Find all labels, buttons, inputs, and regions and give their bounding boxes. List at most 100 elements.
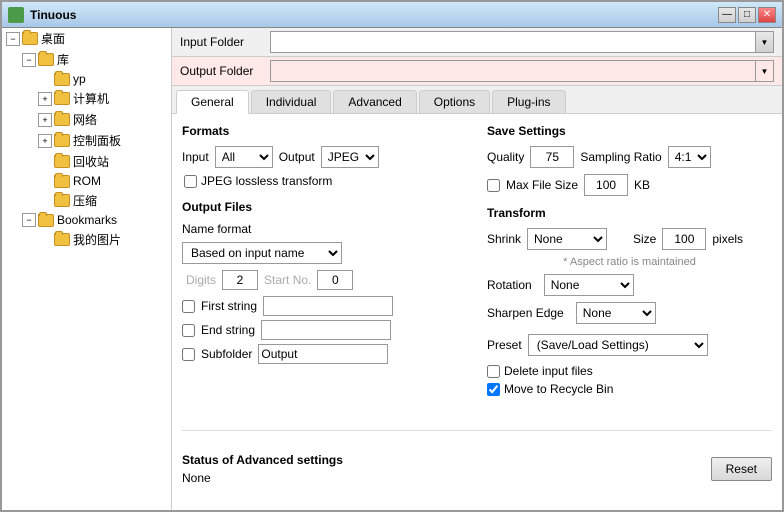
move-recycle-row: Move to Recycle Bin [487, 382, 772, 396]
minimize-button[interactable]: — [718, 7, 736, 23]
input-folder-row: Input Folder ▼ [172, 28, 782, 57]
sidebar-item-label: Bookmarks [57, 213, 117, 227]
output-folder-input[interactable] [270, 60, 756, 82]
left-column: Formats Input All JPEG PNG Output JPEG [182, 124, 467, 430]
pixels-label: pixels [712, 232, 743, 246]
sidebar-item-computer[interactable]: + 计算机 [34, 88, 171, 109]
subfolder-label: Subfolder [201, 347, 252, 361]
max-file-size-input[interactable] [584, 174, 628, 196]
preset-select[interactable]: (Save/Load Settings) [528, 334, 708, 356]
kb-label: KB [634, 178, 650, 192]
folder-icon [54, 233, 70, 246]
tab-plugins[interactable]: Plug-ins [492, 90, 565, 113]
sidebar-item-label: 压缩 [73, 192, 97, 209]
max-file-size-checkbox[interactable] [487, 179, 500, 192]
output-files-section: Output Files Name format Based on input … [182, 200, 467, 364]
sidebar-item-label: 桌面 [41, 30, 65, 47]
status-title: Status of Advanced settings [182, 453, 343, 467]
folder-icon [38, 214, 54, 227]
end-string-checkbox[interactable] [182, 324, 195, 337]
sidebar-item-network[interactable]: + 网络 [34, 109, 171, 130]
tab-advanced[interactable]: Advanced [333, 90, 416, 113]
sidebar-item-label: ROM [73, 174, 101, 188]
sidebar: − 桌面 − 库 yp + 计算机 [2, 28, 172, 510]
expand-icon[interactable]: − [22, 213, 36, 227]
start-no-input[interactable] [317, 270, 353, 290]
quality-input[interactable] [530, 146, 574, 168]
jpeg-lossless-checkbox[interactable] [184, 175, 197, 188]
output-folder-dropdown[interactable]: ▼ [756, 60, 774, 82]
transform-section: Transform Shrink None 25% 50% Size pixel… [487, 206, 772, 324]
quality-label: Quality [487, 150, 524, 164]
right-panel: Input Folder ▼ Output Folder ▼ General I… [172, 28, 782, 510]
save-settings-title: Save Settings [487, 124, 772, 138]
status-value: None [182, 471, 343, 485]
expand-icon[interactable]: + [38, 113, 52, 127]
output-format-select[interactable]: JPEG PNG [321, 146, 379, 168]
folder-icon [54, 73, 70, 86]
expand-icon[interactable]: − [22, 53, 36, 67]
formats-section: Formats Input All JPEG PNG Output JPEG [182, 124, 467, 188]
window-controls: — □ ✕ [718, 7, 776, 23]
subfolder-input[interactable] [258, 344, 388, 364]
jpeg-lossless-row: JPEG lossless transform [184, 174, 467, 188]
sidebar-item-rom[interactable]: ROM [34, 172, 171, 190]
input-folder-input[interactable] [270, 31, 756, 53]
content-area: Formats Input All JPEG PNG Output JPEG [172, 114, 782, 510]
name-format-select[interactable]: Based on input name Sequential [182, 242, 342, 264]
output-files-title: Output Files [182, 200, 467, 214]
sidebar-item-controlpanel[interactable]: + 控制面板 [34, 130, 171, 151]
input-folder-dropdown[interactable]: ▼ [756, 31, 774, 53]
sidebar-item-yp[interactable]: yp [34, 70, 171, 88]
expand-icon[interactable]: − [6, 32, 20, 46]
aspect-note: * Aspect ratio is maintained [487, 256, 772, 268]
sidebar-item-library[interactable]: − 库 [18, 49, 171, 70]
save-settings-section: Save Settings Quality Sampling Ratio 4:1… [487, 124, 772, 196]
sampling-ratio-select[interactable]: 4:1 4:2 4:4 [668, 146, 711, 168]
jpeg-lossless-label: JPEG lossless transform [201, 174, 332, 188]
window-title: Tinuous [30, 8, 718, 22]
transform-title: Transform [487, 206, 772, 220]
sidebar-item-bookmarks[interactable]: − Bookmarks [18, 211, 171, 229]
titlebar: Tinuous — □ ✕ [2, 2, 782, 28]
tab-options[interactable]: Options [419, 90, 490, 113]
output-folder-row: Output Folder ▼ [172, 57, 782, 86]
expand-icon[interactable]: + [38, 134, 52, 148]
maximize-button[interactable]: □ [738, 7, 756, 23]
sidebar-item-compress[interactable]: 压缩 [34, 190, 171, 211]
max-file-size-label: Max File Size [506, 178, 578, 192]
input-format-select[interactable]: All JPEG PNG [215, 146, 273, 168]
rotation-select[interactable]: None 90° 180° [544, 274, 634, 296]
sidebar-item-desktop[interactable]: − 桌面 [2, 28, 171, 49]
delete-input-label: Delete input files [504, 364, 593, 378]
reset-button[interactable]: Reset [711, 457, 772, 481]
sharpen-label: Sharpen Edge [487, 306, 564, 320]
subfolder-checkbox[interactable] [182, 348, 195, 361]
folder-icon [54, 194, 70, 207]
folder-icon [54, 155, 70, 168]
sidebar-item-label: 控制面板 [73, 132, 121, 149]
delete-input-checkbox[interactable] [487, 365, 500, 378]
end-string-label: End string [201, 323, 255, 337]
folder-icon [22, 32, 38, 45]
end-string-input[interactable] [261, 320, 391, 340]
close-button[interactable]: ✕ [758, 7, 776, 23]
preset-label: Preset [487, 338, 522, 352]
sharpen-select[interactable]: None Low High [576, 302, 656, 324]
first-string-input[interactable] [263, 296, 393, 316]
output-folder-label: Output Folder [180, 64, 270, 78]
first-string-checkbox[interactable] [182, 300, 195, 313]
expand-icon[interactable]: + [38, 92, 52, 106]
tab-general[interactable]: General [176, 90, 249, 114]
folder-icon [54, 92, 70, 105]
move-recycle-label: Move to Recycle Bin [504, 382, 613, 396]
digits-input[interactable] [222, 270, 258, 290]
size-input[interactable] [662, 228, 706, 250]
shrink-select[interactable]: None 25% 50% [527, 228, 607, 250]
sidebar-item-mypics[interactable]: 我的图片 [34, 229, 171, 250]
sidebar-item-label: 我的图片 [73, 231, 121, 248]
move-recycle-checkbox[interactable] [487, 383, 500, 396]
tab-individual[interactable]: Individual [251, 90, 332, 113]
subfolder-row: Subfolder [182, 344, 467, 364]
sidebar-item-recycle[interactable]: 回收站 [34, 151, 171, 172]
